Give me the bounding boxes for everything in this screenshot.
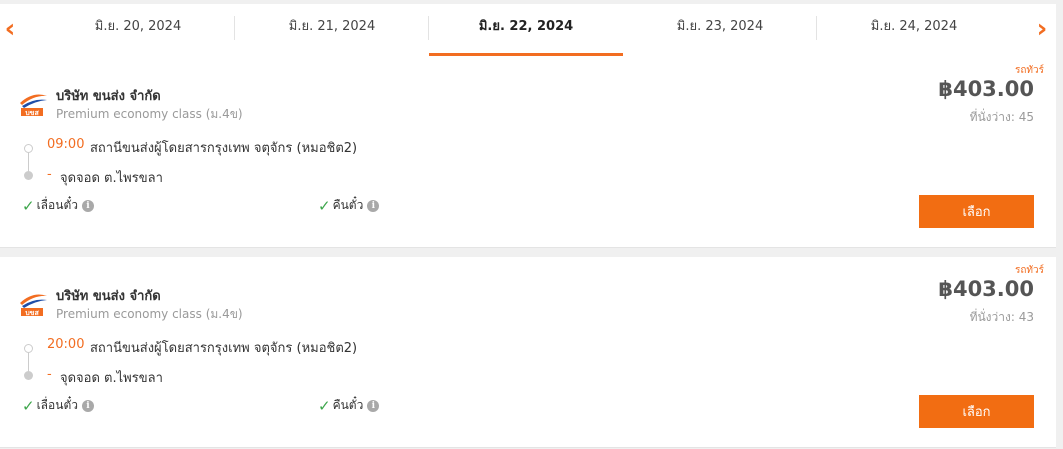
seats-available: ที่นั่งว่าง: 45 (969, 110, 1034, 124)
feature-label: เลื่อนตั๋ว (36, 198, 78, 212)
seat-class: Premium economy class (ม.4ข) (56, 307, 243, 321)
feature-reschedule: ✓ เลื่อนตั๋ว i (22, 396, 94, 415)
chevron-left-icon[interactable]: ‹ (0, 14, 22, 44)
date-tab-2[interactable]: มิ.ย. 21, 2024 (235, 4, 429, 57)
departure-station: สถานีขนส่งผู้โดยสารกรุงเทพ จตุจักร (หมอช… (90, 141, 358, 156)
price: ฿403.00 (938, 77, 1034, 101)
feature-label: เลื่อนตั๋ว (36, 398, 78, 412)
seats-available: ที่นั่งว่าง: 43 (969, 310, 1034, 324)
active-tab-underline (429, 53, 623, 56)
feature-label: คืนตั๋ว (332, 398, 364, 412)
operator-name: บริษัท ขนส่ง จำกัด (56, 89, 161, 104)
route-line (28, 353, 29, 373)
arrival-time-placeholder: - (47, 167, 52, 182)
trip-card: รถทัวร์ บขส บริษัท ขนส่ง จำกัด Premium e… (0, 57, 1056, 248)
date-tabs-strip: ‹ มิ.ย. 20, 2024 มิ.ย. 21, 2024 มิ.ย. 22… (0, 4, 1056, 57)
date-tab-5[interactable]: มิ.ย. 24, 2024 (817, 4, 1011, 57)
vehicle-type-tag: รถทัวร์ (1014, 65, 1044, 76)
destination-dot (24, 171, 33, 180)
date-tab-label: มิ.ย. 21, 2024 (288, 19, 376, 34)
select-button[interactable]: เลือก (919, 395, 1034, 428)
departure-time: 20:00 (47, 337, 85, 352)
date-tab-4[interactable]: มิ.ย. 23, 2024 (623, 4, 817, 57)
check-icon: ✓ (318, 196, 331, 215)
vehicle-type-tag: รถทัวร์ (1014, 265, 1044, 276)
check-icon: ✓ (22, 196, 35, 215)
info-icon[interactable]: i (367, 399, 380, 412)
route-line (28, 153, 29, 173)
info-icon[interactable]: i (367, 199, 380, 212)
feature-reschedule: ✓ เลื่อนตั๋ว i (22, 196, 94, 215)
select-button[interactable]: เลือก (919, 195, 1034, 228)
route-timeline (24, 344, 34, 380)
origin-dot (24, 344, 33, 353)
check-icon: ✓ (318, 396, 331, 415)
check-icon: ✓ (22, 396, 35, 415)
price: ฿403.00 (938, 277, 1034, 301)
date-tab-label: มิ.ย. 23, 2024 (676, 19, 764, 34)
feature-label: คืนตั๋ว (332, 198, 364, 212)
chevron-right-icon[interactable]: › (1030, 14, 1054, 44)
departure-time: 09:00 (47, 137, 85, 152)
departure-station: สถานีขนส่งผู้โดยสารกรุงเทพ จตุจักร (หมอช… (90, 341, 358, 356)
date-tab-1[interactable]: มิ.ย. 20, 2024 (41, 4, 235, 57)
trip-card: รถทัวร์ บขส บริษัท ขนส่ง จำกัด Premium e… (0, 257, 1056, 448)
route-timeline (24, 144, 34, 180)
operator-logo-icon: บขส (20, 94, 47, 117)
info-icon[interactable]: i (81, 399, 94, 412)
date-tab-3-selected[interactable]: มิ.ย. 22, 2024 (429, 4, 623, 57)
arrival-stop: จุดจอด ต.ไพรขลา (60, 171, 163, 186)
feature-refund: ✓ คืนตั๋ว i (318, 196, 380, 215)
destination-dot (24, 371, 33, 380)
date-tab-label: มิ.ย. 22, 2024 (478, 19, 574, 34)
logo-text: บขส (25, 109, 39, 117)
operator-name: บริษัท ขนส่ง จำกัด (56, 289, 161, 304)
arrival-stop: จุดจอด ต.ไพรขลา (60, 371, 163, 386)
operator-logo-icon: บขส (20, 294, 47, 317)
logo-text: บขส (25, 309, 39, 317)
info-icon[interactable]: i (81, 199, 94, 212)
date-tab-label: มิ.ย. 24, 2024 (870, 19, 958, 34)
origin-dot (24, 144, 33, 153)
seat-class: Premium economy class (ม.4ข) (56, 107, 243, 121)
date-navigation: ‹ มิ.ย. 20, 2024 มิ.ย. 21, 2024 มิ.ย. 22… (0, 0, 1063, 57)
arrival-time-placeholder: - (47, 367, 52, 382)
feature-refund: ✓ คืนตั๋ว i (318, 396, 380, 415)
date-tab-label: มิ.ย. 20, 2024 (94, 19, 182, 34)
